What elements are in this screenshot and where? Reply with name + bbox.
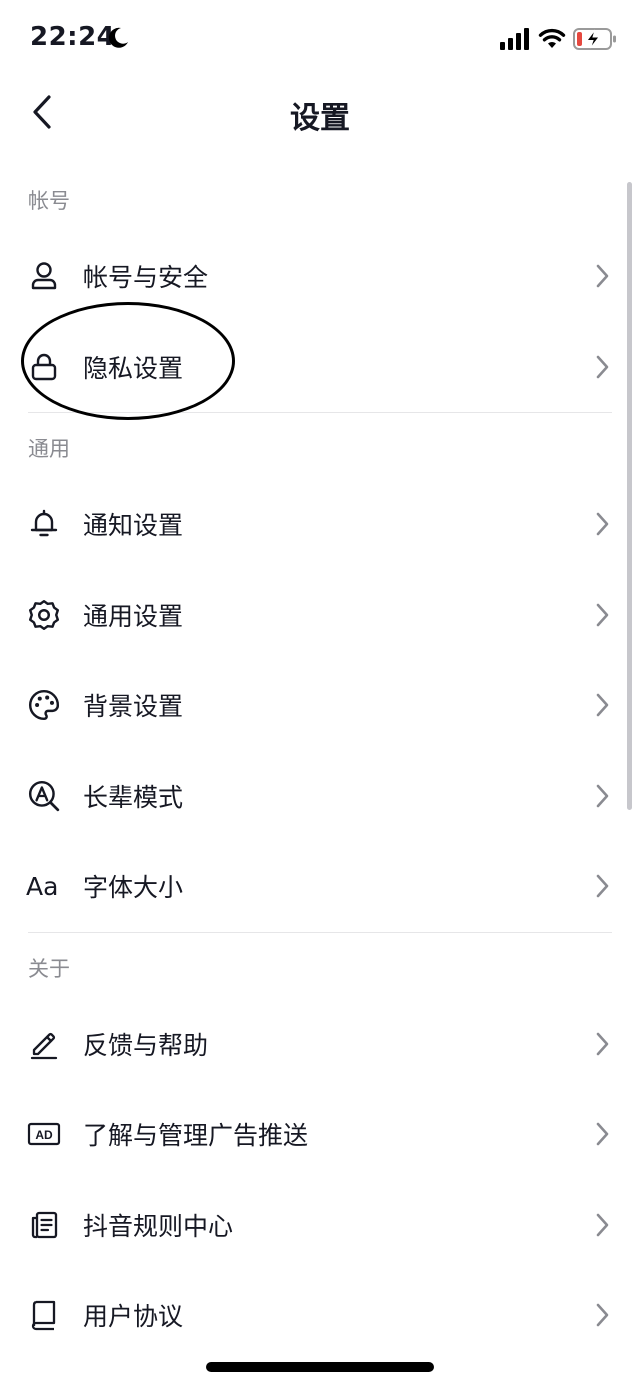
section-header-account: 帐号 — [28, 189, 70, 213]
pencil-icon — [30, 1032, 58, 1059]
settings-list: 帐号 帐号与安全 隐私设置 通用 通知设置 通用设置 背景设置 长辈模式 Aa … — [0, 165, 640, 1361]
chevron-right-icon — [596, 512, 609, 536]
row-general-settings[interactable]: 通用设置 — [0, 570, 640, 661]
row-background-settings[interactable]: 背景设置 — [0, 660, 640, 751]
page-title: 设置 — [290, 101, 350, 136]
section-header-general: 通用 — [28, 437, 70, 461]
row-rules-center[interactable]: 抖音规则中心 — [0, 1180, 640, 1271]
book-icon — [31, 1301, 56, 1331]
bell-icon — [30, 510, 58, 537]
status-time: 22:24 — [30, 22, 116, 52]
row-label: 通用设置 — [83, 601, 184, 631]
chevron-right-icon — [596, 264, 609, 288]
row-elder-mode[interactable]: 长辈模式 — [0, 751, 640, 842]
moon-icon — [108, 27, 128, 48]
row-label: 通知设置 — [83, 511, 184, 541]
row-label: 隐私设置 — [83, 353, 184, 383]
chevron-right-icon — [596, 1122, 609, 1146]
elder-mode-icon — [28, 780, 60, 811]
chevron-right-icon — [596, 1303, 609, 1327]
ad-icon: AD — [27, 1123, 61, 1146]
home-indicator[interactable] — [206, 1362, 434, 1372]
chevron-right-icon — [596, 603, 609, 627]
signal-icon — [500, 28, 529, 50]
battery-icon — [573, 28, 616, 50]
row-label: 用户协议 — [83, 1302, 184, 1332]
chevron-right-icon — [596, 1032, 609, 1056]
scrollbar[interactable] — [627, 182, 632, 810]
nav-bar: 设置 — [0, 80, 640, 144]
row-feedback-help[interactable]: 反馈与帮助 — [0, 999, 640, 1090]
wifi-icon — [538, 28, 566, 48]
lock-icon — [31, 353, 57, 380]
palette-icon — [29, 690, 60, 721]
row-ad-management[interactable]: AD 了解与管理广告推送 — [0, 1089, 640, 1180]
user-icon — [31, 262, 57, 290]
status-bar: 22:24 — [0, 0, 640, 80]
row-label: 背景设置 — [83, 692, 184, 722]
row-account-security[interactable]: 帐号与安全 — [0, 231, 640, 322]
document-icon — [31, 1211, 58, 1238]
chevron-right-icon — [596, 693, 609, 717]
row-label: 了解与管理广告推送 — [83, 1121, 309, 1151]
row-notification-settings[interactable]: 通知设置 — [0, 479, 640, 570]
row-privacy-settings[interactable]: 隐私设置 — [0, 322, 640, 413]
row-label: 反馈与帮助 — [83, 1030, 209, 1060]
row-label: 帐号与安全 — [83, 263, 209, 293]
row-user-agreement[interactable]: 用户协议 — [0, 1270, 640, 1361]
font-size-icon: Aa — [26, 871, 59, 901]
chevron-right-icon — [596, 1213, 609, 1237]
row-label: 字体大小 — [83, 873, 184, 903]
chevron-right-icon — [596, 874, 609, 898]
chevron-right-icon — [596, 355, 609, 379]
section-header-about: 关于 — [28, 956, 70, 981]
chevron-right-icon — [596, 784, 609, 808]
ad-icon-text: AD — [35, 1128, 53, 1142]
row-font-size[interactable]: Aa 字体大小 — [0, 841, 640, 932]
settings-screen: 22:24 设置 帐号 帐号与安全 隐私设置 通用 通知设置 通用设置 背景设置… — [0, 0, 640, 1386]
gear-icon — [28, 599, 60, 630]
row-label: 抖音规则中心 — [83, 1211, 234, 1241]
row-label: 长辈模式 — [83, 782, 184, 812]
